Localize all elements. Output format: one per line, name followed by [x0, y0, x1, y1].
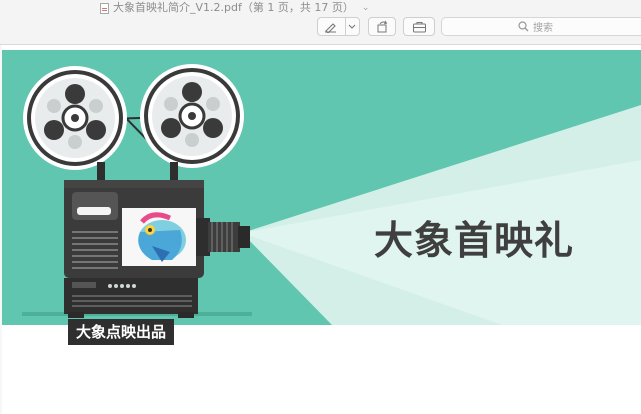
document-title[interactable]: 大象首映礼简介_V1.2.pdf（第 1 页，共 17 页） ⌄ [100, 0, 369, 16]
search-placeholder: 搜索 [533, 23, 553, 34]
markup-menu-chevron-icon[interactable] [346, 18, 359, 35]
projector-lens [208, 222, 240, 252]
document-title-text: 大象首映礼简介_V1.2.pdf（第 1 页，共 17 页） [113, 1, 354, 14]
banner-illustration [2, 50, 641, 325]
search-icon [518, 21, 529, 32]
chevron-down-icon[interactable]: ⌄ [362, 0, 370, 16]
lens-mount [196, 218, 210, 256]
right-film-reel-icon [140, 64, 244, 168]
markup-pen-icon[interactable] [318, 18, 346, 35]
left-film-reel-icon [23, 66, 127, 170]
pdf-file-icon [100, 2, 109, 14]
slide-title: 大象首映礼 [374, 219, 575, 264]
window-titlebar: 大象首映礼简介_V1.2.pdf（第 1 页，共 17 页） ⌄ 搜索 [0, 0, 641, 45]
rotate-icon [377, 20, 388, 33]
toolbox-icon [412, 21, 426, 32]
toolbox-button[interactable] [403, 17, 435, 36]
markup-button[interactable] [317, 17, 360, 36]
rotate-button[interactable] [368, 17, 396, 36]
slide-banner [2, 50, 641, 325]
search-input[interactable]: 搜索 [441, 17, 641, 36]
producer-label: 大象点映出品 [68, 319, 175, 345]
